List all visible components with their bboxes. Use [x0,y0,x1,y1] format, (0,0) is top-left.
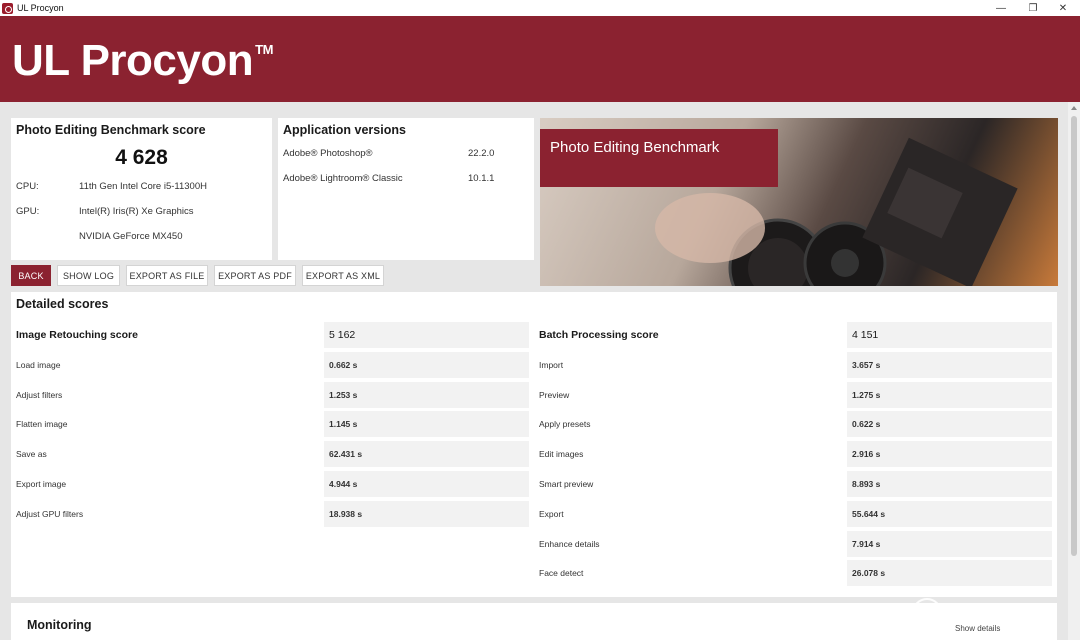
watermark-logo-icon: 值 [912,598,942,628]
row-label: Adjust GPU filters [16,508,84,519]
row-label: Import [539,359,564,370]
row-value: 1.145 s [324,411,529,438]
row-value: 62.431 s [324,441,529,468]
app-version-photoshop: 22.2.0 [468,148,495,159]
batch-processing-column: Batch Processing score 4 151 Import 3.65… [539,322,1052,590]
row-value: 3.657 s [847,351,1052,378]
brand-logo: UL Procyon TM [12,36,273,86]
gpu-label: GPU: [16,206,40,217]
batch-processing-label: Batch Processing score [539,329,659,341]
banner-label: Photo Editing Benchmark [540,129,778,187]
app-name-photoshop: Adobe® Photoshop® [283,148,373,159]
table-row: Save as 62.431 s [16,441,529,471]
row-value: 1.275 s [847,381,1052,408]
row-value: 0.662 s [324,351,529,378]
row-value: 2.916 s [847,441,1052,468]
row-label: Preview [539,389,570,400]
row-label: Smart preview [539,478,594,489]
table-row: Flatten image 1.145 s [16,411,529,441]
row-value: 0.622 s [847,411,1052,438]
benchmark-score-card: Photo Editing Benchmark score 4 628 CPU:… [11,118,272,260]
row-value: 7.914 s [847,530,1052,557]
table-row: Adjust filters 1.253 s [16,381,529,412]
row-label: Load image [16,359,61,370]
app-version-lightroom: 10.1.1 [468,173,495,184]
batch-processing-score-row: Batch Processing score 4 151 [539,322,1052,352]
table-row: Edit images 2.916 s [539,441,1052,471]
image-retouching-score: 5 162 [324,322,529,348]
row-value: 8.893 s [847,470,1052,497]
vertical-scrollbar[interactable] [1068,102,1080,640]
brand-name: UL Procyon [12,36,254,85]
image-retouching-score-row: Image Retouching score 5 162 [16,322,529,352]
table-row: Preview 1.275 s [539,381,1052,412]
score-card-title: Photo Editing Benchmark score [16,123,206,137]
scrollbar-thumb[interactable] [1071,116,1077,556]
table-row: Load image 0.662 s [16,351,529,382]
benchmark-banner-image: Photo Editing Benchmark [540,118,1058,286]
app-name-lightroom: Adobe® Lightroom® Classic [283,173,403,184]
batch-processing-score: 4 151 [847,322,1052,348]
app-versions-title: Application versions [283,123,406,137]
monitoring-card: Monitoring Show details [11,603,1057,640]
image-retouching-column: Image Retouching score 5 162 Load image … [16,322,529,531]
row-label: Enhance details [539,538,600,549]
show-log-button[interactable]: SHOW LOG [57,265,120,286]
table-row: Smart preview 8.893 s [539,470,1052,501]
table-row: Apply presets 0.622 s [539,411,1052,441]
export-as-xml-button[interactable]: EXPORT AS XML [302,265,384,286]
export-as-file-button[interactable]: EXPORT AS FILE [126,265,208,286]
export-as-pdf-button[interactable]: EXPORT AS PDF [214,265,296,286]
window-title: UL Procyon [17,3,64,13]
monitoring-title: Monitoring [27,618,92,632]
close-icon[interactable]: ✕ [1048,0,1078,16]
row-value: 55.644 s [847,500,1052,527]
row-value: 26.078 s [847,560,1052,587]
row-label: Export [539,508,564,519]
row-label: Edit images [539,449,584,460]
row-label: Export image [16,478,67,489]
ul-procyon-app-icon [2,2,13,14]
application-versions-card: Application versions Adobe® Photoshop® 2… [278,118,534,260]
row-label: Save as [16,449,47,460]
table-row: Export 55.644 s [539,500,1052,531]
cpu-value: 11th Gen Intel Core i5-11300H [79,181,207,192]
table-row: Import 3.657 s [539,351,1052,382]
table-row: Adjust GPU filters 18.938 s [16,500,529,531]
overall-score: 4 628 [115,146,168,169]
cpu-label: CPU: [16,181,39,192]
watermark: 值 什么值得买 [912,598,1062,634]
detailed-scores-title: Detailed scores [16,297,109,311]
app-header: UL Procyon TM [0,16,1080,102]
gpu-value-integrated: Intel(R) Iris(R) Xe Graphics [79,206,194,217]
window-titlebar: UL Procyon — ❐ ✕ [0,0,1080,16]
scroll-up-arrow-icon[interactable] [1071,106,1077,110]
image-retouching-label: Image Retouching score [16,329,138,341]
table-row: Enhance details 7.914 s [539,530,1052,561]
row-value: 1.253 s [324,381,529,408]
row-value: 18.938 s [324,500,529,527]
restore-icon[interactable]: ❐ [1018,0,1048,16]
table-row: Export image 4.944 s [16,470,529,501]
back-button[interactable]: BACK [11,265,51,286]
watermark-text: 什么值得买 [950,606,1051,627]
gpu-value-discrete: NVIDIA GeForce MX450 [79,231,183,242]
row-label: Face detect [539,568,584,579]
row-label: Adjust filters [16,389,63,400]
row-label: Flatten image [16,419,68,430]
row-label: Apply presets [539,419,591,430]
trademark-mark: TM [255,42,273,57]
table-row: Face detect 26.078 s [539,560,1052,590]
minimize-icon[interactable]: — [986,0,1016,16]
row-value: 4.944 s [324,470,529,497]
detailed-scores-card: Detailed scores Image Retouching score 5… [11,292,1057,597]
